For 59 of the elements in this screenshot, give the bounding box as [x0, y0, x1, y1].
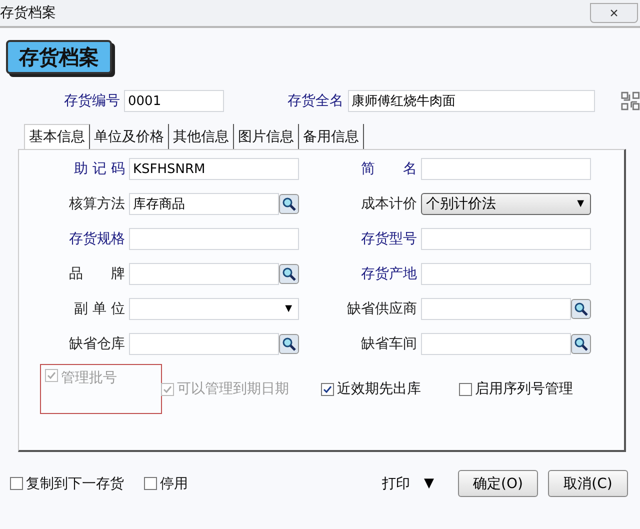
search-icon — [282, 197, 296, 211]
input-field[interactable] — [421, 158, 591, 180]
window-title: 存货档案 — [0, 4, 56, 22]
input-field[interactable] — [129, 333, 279, 355]
field-label: 存货编号 — [63, 92, 121, 110]
field-label: 存货规格 — [68, 230, 126, 248]
print-menu-arrow[interactable]: ▼ — [424, 476, 434, 491]
checkbox[interactable] — [144, 477, 157, 490]
input-field[interactable] — [129, 263, 279, 285]
field-label: 存货全名 — [286, 92, 345, 110]
checkbox[interactable] — [459, 382, 472, 396]
lookup-button[interactable] — [571, 334, 591, 354]
checkbox-label: 停用 — [160, 474, 188, 492]
lookup-button[interactable] — [279, 334, 299, 354]
field-label: 存货型号 — [360, 230, 418, 248]
input-field[interactable]: 库存商品 — [129, 193, 279, 215]
field-label: 核算方法 — [68, 195, 126, 213]
input-field[interactable]: KSFHSNRM — [129, 158, 299, 180]
input-field[interactable] — [421, 263, 591, 285]
search-icon — [282, 267, 296, 281]
dropdown-field[interactable]: ▼ — [129, 298, 299, 320]
checkbox-label: 启用序列号管理 — [475, 380, 573, 398]
lookup-button[interactable] — [571, 299, 591, 319]
field-label: 品 牌 — [68, 265, 126, 283]
qr-code-icon — [621, 91, 640, 111]
lookup-button[interactable] — [279, 264, 299, 284]
checkbox[interactable] — [321, 382, 334, 396]
field-label: 助 记 码 — [73, 160, 126, 178]
field-label: 缺省车间 — [360, 335, 418, 353]
caret-icon: ▼ — [577, 199, 584, 209]
lookup-button[interactable] — [279, 194, 299, 214]
checkbox-label: 可以管理到期日期 — [177, 380, 289, 398]
field-label: 缺省仓库 — [68, 335, 126, 353]
caret-icon: ▼ — [285, 304, 292, 314]
dialog-button[interactable]: 确定(O) — [458, 470, 538, 497]
input-field[interactable] — [129, 228, 299, 250]
field-label: 副 单 位 — [73, 300, 126, 318]
input-field[interactable]: 0001 — [124, 90, 224, 112]
tab[interactable]: 基本信息 — [24, 124, 90, 149]
checkbox-label: 复制到下一存货 — [26, 474, 124, 492]
input-field[interactable] — [421, 333, 571, 355]
search-icon — [574, 302, 588, 316]
close-button[interactable]: × — [590, 3, 638, 23]
checkbox-label: 近效期先出库 — [337, 380, 421, 398]
field-label: 简 名 — [360, 160, 418, 178]
dialog-button[interactable]: 取消(C) — [548, 470, 628, 497]
search-icon — [282, 337, 296, 351]
search-icon — [574, 337, 588, 351]
checkbox-label: 管理批号 — [61, 369, 117, 387]
dropdown[interactable]: 个别计价法 ▼ — [421, 193, 591, 215]
field-label: 存货产地 — [360, 265, 418, 283]
field-label: 缺省供应商 — [346, 300, 418, 318]
input-field[interactable]: 康师傅红烧牛肉面 — [348, 90, 596, 112]
header-badge: 存货档案 — [6, 40, 112, 74]
checkbox[interactable] — [10, 477, 23, 490]
input-field[interactable] — [421, 228, 591, 250]
input-field[interactable] — [421, 298, 571, 320]
field-label: 成本计价 — [360, 195, 418, 213]
print-label[interactable]: 打印 — [382, 474, 410, 492]
